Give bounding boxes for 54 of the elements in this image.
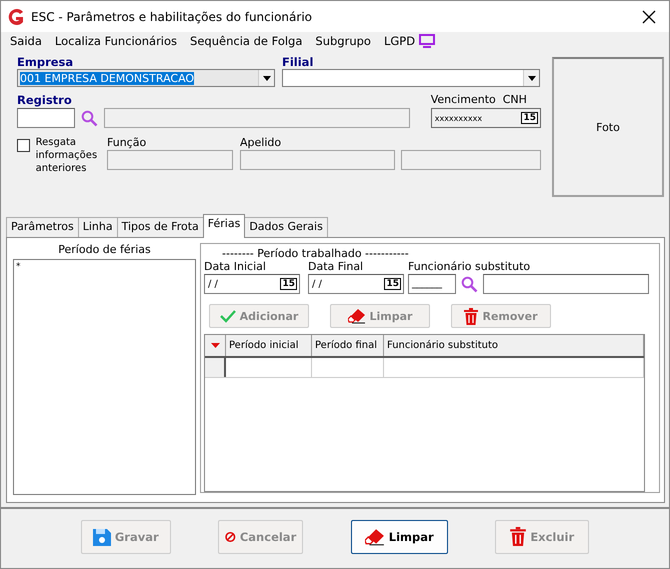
search-icon[interactable] [461, 276, 478, 292]
tab[interactable]: Parâmetros [6, 217, 79, 237]
window-title: ESC - Parâmetros e habilitações do funcionário [31, 10, 314, 24]
calendar-button[interactable]: 15 [384, 278, 401, 290]
trash-icon [464, 308, 478, 324]
company-dropdown[interactable]: 001 EMPRESA DEMONSTRACAO [17, 69, 275, 87]
sort-indicator-icon [210, 343, 220, 348]
menu-item[interactable]: LGPD [384, 34, 416, 48]
calendar-button[interactable]: 15 [521, 112, 538, 124]
calendar-button[interactable]: 15 [280, 278, 297, 290]
column-header[interactable]: Funcionário substituto [384, 335, 644, 356]
search-icon[interactable] [81, 110, 98, 126]
vacation-list[interactable]: * [13, 259, 196, 495]
employee-name-field[interactable] [483, 274, 649, 294]
field-label: Registro [17, 93, 73, 107]
menu-item[interactable]: Saida [10, 34, 42, 48]
menu-item[interactable]: Subgrupo [315, 34, 371, 48]
dropdown-arrow-icon[interactable] [528, 76, 536, 80]
field-label: Funcionário substituto [408, 260, 532, 274]
list-item[interactable]: * [16, 262, 193, 272]
eraser-icon [364, 528, 385, 546]
list-title: Período de férias [57, 242, 152, 258]
field-label: Vencimento CNH [430, 93, 528, 107]
field-label: Empresa [17, 55, 74, 69]
floppy-icon [92, 528, 111, 546]
field-label: Filial [282, 55, 314, 69]
employee-code-field[interactable]: ______ [408, 274, 456, 294]
clear-button[interactable]: Limpar [350, 520, 448, 554]
field-label: Apelido [240, 136, 282, 150]
photo-frame: Foto [552, 57, 664, 197]
checkbox[interactable] [17, 139, 30, 152]
check-icon [220, 308, 236, 324]
license-expiry-field[interactable]: xxxxxxxxxx 15 [430, 108, 541, 128]
app-logo-icon [7, 8, 25, 26]
column-header[interactable]: Período inicial [226, 335, 312, 356]
column-header[interactable]: Período final [312, 335, 384, 356]
tab[interactable]: Dados Gerais [244, 217, 328, 237]
menu-item[interactable]: Sequência de Folga [190, 34, 302, 48]
close-icon[interactable] [642, 10, 656, 24]
registration-field[interactable] [17, 108, 75, 128]
menu-item[interactable]: Localiza Funcionários [54, 34, 178, 48]
field-label: Data Inicial [204, 260, 267, 274]
trash-icon [510, 527, 526, 546]
field-label: Função [107, 136, 148, 150]
branch-dropdown[interactable] [282, 69, 540, 87]
field-label: Data Final [308, 260, 364, 274]
end-date-field[interactable]: / / 15 [308, 274, 404, 294]
dropdown-arrow-icon[interactable] [262, 76, 270, 80]
group-title: -------- Período trabalhado ----------- [221, 248, 409, 260]
eraser-icon [348, 308, 366, 324]
monitor-icon[interactable] [419, 34, 436, 48]
start-date-field[interactable]: / / 15 [204, 274, 300, 294]
tab[interactable]: Férias [202, 214, 246, 238]
checkbox-label: Resgata informações anteriores [36, 136, 98, 175]
